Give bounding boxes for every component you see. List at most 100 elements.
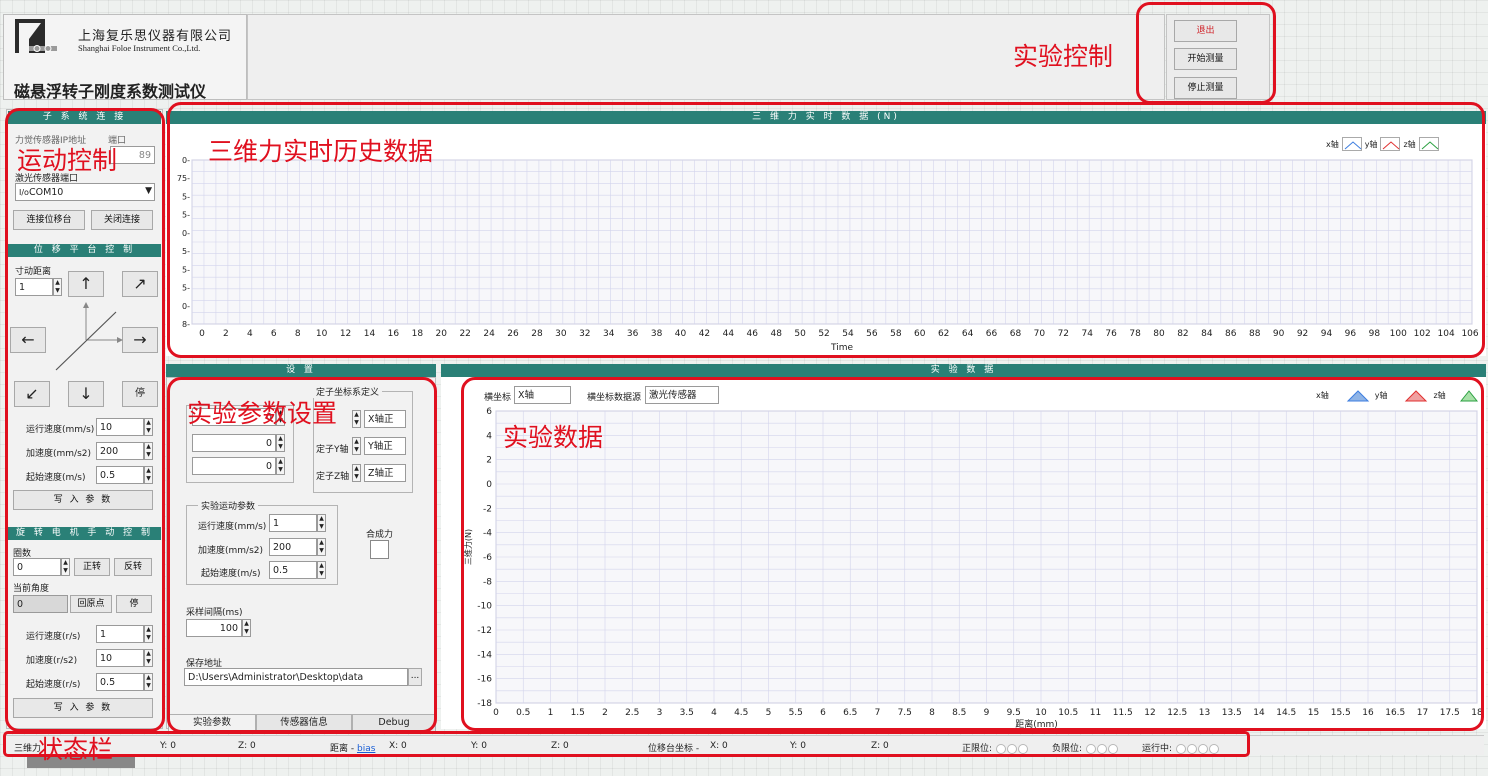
motor-start-speed-field[interactable]: 0.5: [96, 673, 144, 691]
z-direction-select[interactable]: Z轴正: [364, 464, 406, 482]
y-direction-select[interactable]: Y轴正: [364, 437, 406, 455]
motor-accel-spinner[interactable]: ▲ ▼: [144, 649, 153, 667]
running-led-2-icon: [1186, 743, 1197, 754]
jog-distance-field[interactable]: 1: [15, 278, 53, 296]
coord-value-3[interactable]: 0: [192, 457, 276, 475]
stage-accel-field[interactable]: 200: [96, 442, 144, 460]
force-x-tick: 58: [890, 329, 902, 339]
force-x-tick: 36: [627, 329, 639, 339]
stage-speed-spinner[interactable]: ▲ ▼: [144, 418, 153, 436]
force-y-tick: 75-: [177, 174, 190, 183]
force-x-tick: 6: [271, 329, 277, 339]
force-x-tick: 98: [1369, 329, 1381, 339]
sample-interval-field[interactable]: 100: [186, 619, 242, 637]
move-downleft-button[interactable]: ↙: [14, 381, 50, 407]
force-x-tick: 94: [1321, 329, 1333, 339]
exp-legend-z-swatch[interactable]: [1449, 388, 1479, 402]
exp-y-tick: -8: [483, 577, 492, 587]
stage-speed-field[interactable]: 10: [96, 418, 144, 436]
turns-spinner[interactable]: ▲ ▼: [61, 558, 70, 576]
port-prefix-icon: I/o: [19, 188, 29, 197]
exp-x-tick: 0: [493, 708, 499, 718]
force-x-tick: 106: [1461, 329, 1478, 339]
coord-value-3-spinner[interactable]: ▲ ▼: [276, 457, 285, 475]
save-path-field[interactable]: D:\Users\Administrator\Desktop\data: [184, 668, 408, 686]
stage-stop-button[interactable]: 停: [122, 381, 158, 407]
legend-y-swatch[interactable]: [1380, 137, 1401, 151]
exp-legend-x-swatch[interactable]: [1332, 388, 1372, 402]
motor-start-speed-spinner[interactable]: ▲ ▼: [144, 673, 153, 691]
exp-start-speed-spinner[interactable]: ▲ ▼: [317, 561, 326, 579]
stop-measure-button[interactable]: 停止测量: [1174, 77, 1237, 99]
coord-value-2[interactable]: 0: [192, 434, 276, 452]
legend-x-label: x轴: [1326, 139, 1339, 149]
exit-button[interactable]: 退出: [1174, 20, 1237, 42]
force-x-tick: 30: [555, 329, 567, 339]
legend-z-swatch[interactable]: [1418, 137, 1439, 151]
exp-legend-y-swatch[interactable]: [1390, 388, 1430, 402]
tab-exp-params[interactable]: 实验参数: [168, 714, 256, 732]
exp-y-tick: -16: [477, 675, 492, 685]
force-x-tick: 54: [842, 329, 854, 339]
motor-speed-spinner[interactable]: ▲ ▼: [144, 625, 153, 643]
laser-port-select[interactable]: I/oCOM10 ▼: [15, 183, 155, 201]
force-x-tick: 0: [199, 329, 205, 339]
exp-speed-field[interactable]: 1: [269, 514, 317, 532]
exp-x-tick: 16.5: [1385, 708, 1405, 718]
reverse-button[interactable]: 反转: [114, 558, 152, 576]
stage-write-params-button[interactable]: 写 入 参 数: [13, 490, 153, 510]
resultant-force-checkbox[interactable]: [370, 540, 389, 559]
status-pos-limit: 正限位:: [962, 741, 1028, 754]
move-up-button[interactable]: ↑: [68, 271, 104, 297]
motor-stop-button[interactable]: 停: [116, 595, 152, 613]
exp-x-tick: 5: [766, 708, 772, 718]
jog-distance-spinner[interactable]: ▲ ▼: [53, 278, 62, 296]
chevron-down-icon[interactable]: ▼: [145, 185, 152, 198]
return-origin-button[interactable]: 回原点: [70, 595, 112, 613]
stage-accel-spinner[interactable]: ▲ ▼: [144, 442, 153, 460]
browse-button[interactable]: ...: [408, 668, 422, 686]
connect-stage-button[interactable]: 连接位移台: [13, 210, 85, 230]
force-x-tick: 44: [723, 329, 735, 339]
start-measure-button[interactable]: 开始测量: [1174, 48, 1237, 70]
legend-x-swatch[interactable]: [1341, 137, 1362, 151]
sample-interval-spinner[interactable]: ▲ ▼: [242, 619, 251, 637]
forward-button[interactable]: 正转: [74, 558, 110, 576]
stator-z-spinner[interactable]: ▲ ▼: [352, 464, 361, 482]
bias-link[interactable]: bias: [357, 744, 375, 754]
motor-write-params-button[interactable]: 写 入 参 数: [13, 698, 153, 718]
stator-x-spinner[interactable]: ▲ ▼: [352, 410, 361, 428]
turns-field[interactable]: 0: [13, 558, 61, 576]
motion-control-annotation: 运动控制: [17, 146, 118, 175]
force-x-tick: 14: [364, 329, 376, 339]
exp-accel-spinner[interactable]: ▲ ▼: [317, 538, 326, 556]
stage-start-speed-spinner[interactable]: ▲ ▼: [144, 466, 153, 484]
move-down-button[interactable]: ↓: [68, 381, 104, 407]
exp-x-tick: 0.5: [516, 708, 530, 718]
exp-accel-field[interactable]: 200: [269, 538, 317, 556]
move-left-button[interactable]: ←: [10, 327, 46, 353]
coord-value-2-spinner[interactable]: ▲ ▼: [276, 434, 285, 452]
force-x-tick: 84: [1201, 329, 1213, 339]
force-y-tick: 5-: [182, 247, 190, 256]
tab-sensor-info[interactable]: 传感器信息: [256, 714, 352, 732]
motor-accel-field[interactable]: 10: [96, 649, 144, 667]
force-x-tick: 64: [962, 329, 974, 339]
force-x-tick: 42: [699, 329, 710, 339]
exp-accel-label: 加速度(mm/s2): [198, 546, 264, 556]
move-upright-button[interactable]: ↗: [122, 271, 158, 297]
exp-start-speed-field[interactable]: 0.5: [269, 561, 317, 579]
exp-x-tick: 13: [1199, 708, 1210, 718]
move-right-button[interactable]: →: [122, 327, 158, 353]
close-connection-button[interactable]: 关闭连接: [91, 210, 153, 230]
force-x-tick: 22: [459, 329, 470, 339]
stator-y-spinner[interactable]: ▲ ▼: [352, 437, 361, 455]
motor-speed-field[interactable]: 1: [96, 625, 144, 643]
force-x-tick: 76: [1105, 329, 1117, 339]
tab-debug[interactable]: Debug: [352, 714, 436, 732]
exp-speed-spinner[interactable]: ▲ ▼: [317, 514, 326, 532]
x-direction-select[interactable]: X轴正: [364, 410, 406, 428]
force-x-tick: 26: [507, 329, 519, 339]
force-x-tick: 56: [866, 329, 878, 339]
stage-start-speed-field[interactable]: 0.5: [96, 466, 144, 484]
